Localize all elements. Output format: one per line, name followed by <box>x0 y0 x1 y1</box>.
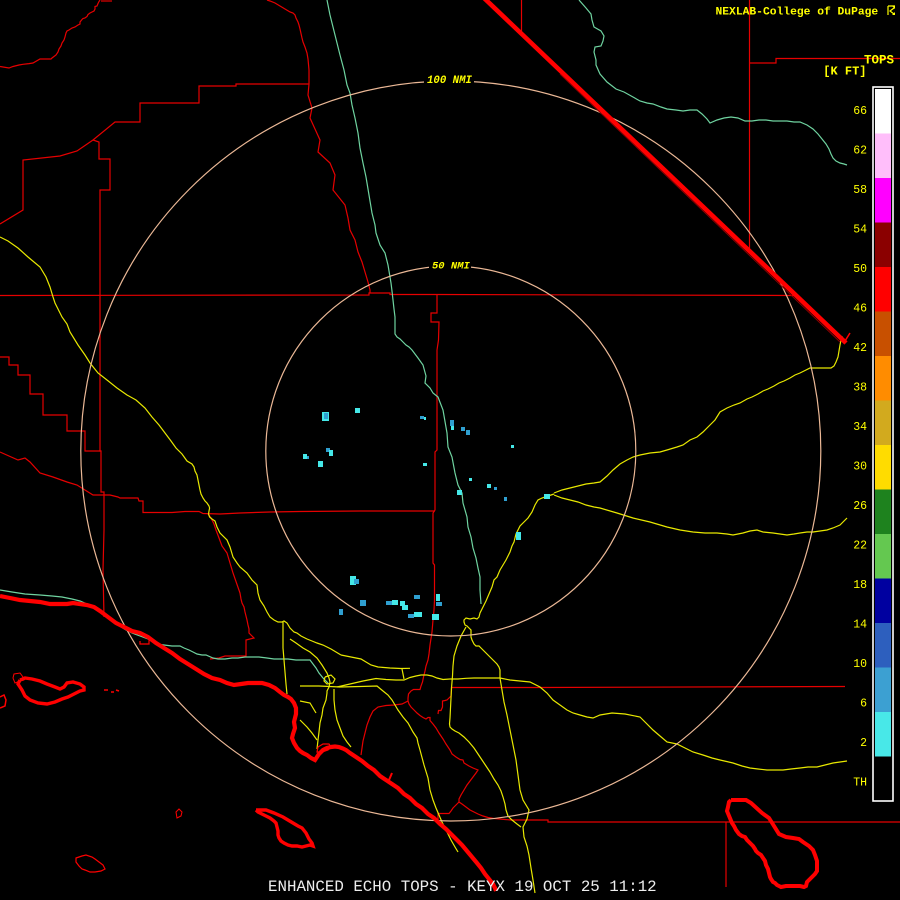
svg-text:58: 58 <box>853 184 867 197</box>
svg-text:34: 34 <box>853 421 867 434</box>
svg-text:42: 42 <box>853 342 867 355</box>
svg-text:30: 30 <box>853 461 867 474</box>
svg-text:46: 46 <box>853 303 867 316</box>
svg-text:2: 2 <box>860 737 867 750</box>
svg-text:50: 50 <box>853 263 867 276</box>
svg-text:38: 38 <box>853 382 867 395</box>
svg-text:18: 18 <box>853 579 867 592</box>
svg-text:14: 14 <box>853 619 867 632</box>
svg-text:54: 54 <box>853 224 867 237</box>
svg-text:62: 62 <box>853 145 867 158</box>
svg-text:10: 10 <box>853 658 867 671</box>
svg-text:100 NMI: 100 NMI <box>427 75 472 87</box>
svg-text:66: 66 <box>853 105 867 118</box>
svg-text:TH: TH <box>853 777 867 790</box>
svg-text:[K FT]: [K FT] <box>823 65 866 79</box>
svg-text:6: 6 <box>860 698 867 711</box>
svg-text:ENHANCED ECHO TOPS - KEYX 19 O: ENHANCED ECHO TOPS - KEYX 19 OCT 25 11:1… <box>268 878 657 896</box>
svg-text:22: 22 <box>853 540 867 553</box>
svg-text:26: 26 <box>853 500 867 513</box>
svg-text:NEXLAB-College of DuPage: NEXLAB-College of DuPage <box>716 6 879 18</box>
svg-text:50 NMI: 50 NMI <box>432 261 471 273</box>
svg-text:TOPS: TOPS <box>864 54 895 68</box>
